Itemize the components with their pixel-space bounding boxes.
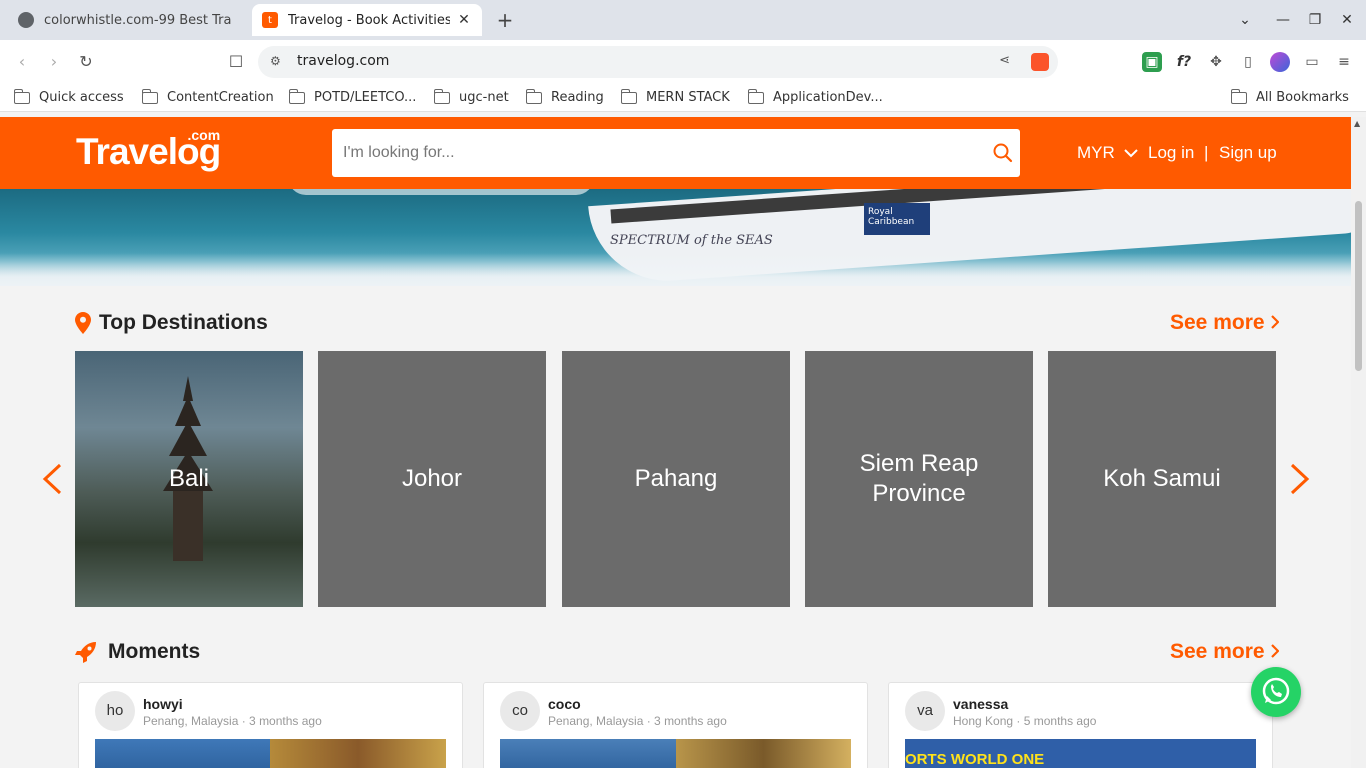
folder-icon <box>620 88 637 104</box>
travelog-logo[interactable]: Travelog .com <box>76 127 221 173</box>
top-destinations-see-more[interactable]: See more <box>1170 311 1280 335</box>
chevron-right-icon <box>1271 315 1280 329</box>
chevron-right-icon <box>1271 644 1280 658</box>
moment-meta: Hong Kong · 5 months ago <box>953 714 1097 728</box>
bookmark-icon[interactable]: ☐ <box>224 50 248 74</box>
site-info-icon[interactable]: ⚙ <box>270 54 281 68</box>
new-tab-button[interactable]: + <box>494 9 516 31</box>
cloud-overlay <box>0 253 1351 286</box>
avatar: co <box>500 691 540 731</box>
address-bar[interactable]: ⚙ travelog.com ⋖ <box>258 46 1058 78</box>
folder-icon <box>747 88 764 104</box>
signup-link[interactable]: Sign up <box>1219 143 1277 163</box>
bookmark-mern-stack[interactable]: MERN STACK <box>620 88 730 105</box>
back-button[interactable]: ‹ <box>10 50 34 74</box>
folder-icon <box>525 88 542 104</box>
moment-photo[interactable] <box>95 739 270 768</box>
folder-icon <box>433 88 450 104</box>
top-destinations-title: Top Destinations <box>99 311 268 334</box>
bookmark-applicationdev[interactable]: ApplicationDev... <box>747 88 883 105</box>
bookmark-ugc-net[interactable]: ugc-net <box>433 88 509 105</box>
avatar: ho <box>95 691 135 731</box>
site-header: Travelog .com MYR Log in | Sign up <box>0 117 1351 189</box>
currency-selector[interactable]: MYR <box>1077 143 1138 163</box>
search-input[interactable] <box>332 129 972 177</box>
moments-title: Moments <box>108 640 201 663</box>
login-link[interactable]: Log in <box>1148 143 1194 163</box>
extension-formula-icon[interactable]: f? <box>1174 52 1194 72</box>
chevron-down-icon <box>1123 149 1138 158</box>
travelog-favicon-icon: t <box>262 12 278 28</box>
bookmark-quick-access[interactable]: Quick access <box>13 88 124 105</box>
tab-title: Travelog - Book Activities <box>288 12 450 28</box>
moment-meta: Penang, Malaysia · 3 months ago <box>548 714 727 728</box>
close-tab-icon[interactable]: ✕ <box>456 12 472 28</box>
rocket-icon <box>75 642 96 663</box>
folder-icon <box>141 88 158 104</box>
page-viewport: Travelog .com MYR Log in | Sign up Royal… <box>0 117 1351 768</box>
minimize-button[interactable]: — <box>1268 8 1298 32</box>
extensions-puzzle-icon[interactable]: ✥ <box>1206 52 1226 72</box>
royal-caribbean-badge: Royal Caribbean <box>864 203 930 235</box>
search-box <box>332 129 1020 177</box>
tab-list-chevron-icon[interactable]: ⌄ <box>1230 8 1260 32</box>
destination-card-bali[interactable]: Bali <box>75 351 303 607</box>
location-pin-icon <box>75 312 91 334</box>
search-icon[interactable] <box>992 142 1014 164</box>
moment-photo[interactable]: ORTS WORLD ONE <box>905 739 1256 768</box>
moment-meta: Penang, Malaysia · 3 months ago <box>143 714 322 728</box>
bookmarks-bar: Quick access ContentCreation POTD/LEETCO… <box>0 84 1366 112</box>
close-window-button[interactable]: ✕ <box>1332 8 1362 32</box>
whatsapp-icon <box>1262 677 1290 705</box>
moment-photo[interactable] <box>270 739 446 768</box>
destination-card-koh-samui[interactable]: Koh Samui <box>1048 351 1276 607</box>
destination-card-siem-reap[interactable]: Siem Reap Province <box>805 351 1033 607</box>
restore-button[interactable]: ❐ <box>1300 8 1330 32</box>
url-text[interactable]: travelog.com <box>297 53 389 69</box>
browser-tab-bar: colorwhistle.com-99 Best Tra t Travelog … <box>0 0 1366 40</box>
destination-card-johor[interactable]: Johor <box>318 351 546 607</box>
menu-icon[interactable]: ≡ <box>1334 52 1354 72</box>
moment-photo[interactable] <box>500 739 676 768</box>
folder-icon <box>13 88 30 104</box>
moment-card[interactable]: ho howyi Penang, Malaysia · 3 months ago <box>78 682 463 768</box>
hero-banner[interactable]: Royal Caribbean SPECTRUM of the SEAS <box>0 189 1351 286</box>
bookmark-reading[interactable]: Reading <box>525 88 604 105</box>
folder-icon <box>288 88 305 104</box>
globe-icon <box>18 12 34 28</box>
scroll-up-icon[interactable]: ▲ <box>1354 119 1360 128</box>
tab-colorwhistle[interactable]: colorwhistle.com-99 Best Tra <box>8 4 250 36</box>
share-icon[interactable]: ⋖ <box>999 53 1010 68</box>
reload-button[interactable]: ↻ <box>74 50 98 74</box>
moment-username[interactable]: coco <box>548 696 581 712</box>
whatsapp-chat-button[interactable] <box>1251 667 1301 717</box>
ship-name-text: SPECTRUM of the SEAS <box>610 233 773 248</box>
sidebar-icon[interactable]: ▯ <box>1238 52 1258 72</box>
carousel-next-arrow-icon[interactable] <box>1288 462 1312 496</box>
header-separator: | <box>1204 143 1209 162</box>
bookmark-contentcreation[interactable]: ContentCreation <box>141 88 274 105</box>
bookmark-potd[interactable]: POTD/LEETCO... <box>288 88 416 105</box>
moments-see-more[interactable]: See more <box>1170 640 1280 664</box>
wallet-icon[interactable]: ▭ <box>1302 52 1322 72</box>
all-bookmarks[interactable]: All Bookmarks <box>1230 88 1349 105</box>
page-scrollbar[interactable]: ▲ <box>1351 117 1366 768</box>
carousel-prev-arrow-icon[interactable] <box>40 462 64 496</box>
brave-shield-icon[interactable] <box>1031 53 1049 71</box>
tab-travelog[interactable]: t Travelog - Book Activities ✕ <box>252 4 482 36</box>
forward-button[interactable]: › <box>42 50 66 74</box>
tab-title: colorwhistle.com-99 Best Tra <box>44 12 232 28</box>
moment-username[interactable]: howyi <box>143 696 183 712</box>
profile-avatar[interactable] <box>1270 52 1290 72</box>
scrollbar-thumb[interactable] <box>1355 201 1362 371</box>
moment-username[interactable]: vanessa <box>953 696 1008 712</box>
folder-icon <box>1230 88 1247 104</box>
extension-green-icon[interactable]: ▣ <box>1142 52 1162 72</box>
moment-card[interactable]: co coco Penang, Malaysia · 3 months ago <box>483 682 868 768</box>
destination-card-pahang[interactable]: Pahang <box>562 351 790 607</box>
moment-photo[interactable] <box>676 739 851 768</box>
avatar: va <box>905 691 945 731</box>
hero-overlay-pill <box>288 189 594 195</box>
moment-card[interactable]: va vanessa Hong Kong · 5 months ago ORTS… <box>888 682 1273 768</box>
